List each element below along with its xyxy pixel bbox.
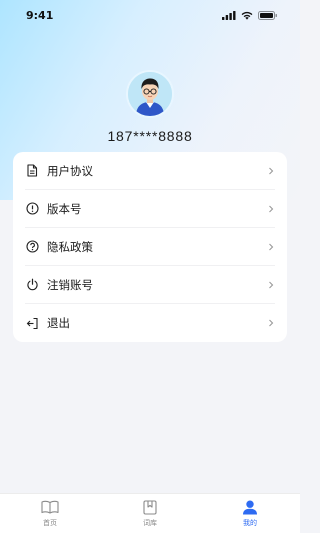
settings-menu-card: 用户协议 版本号 隐私政策 注销账号 退出 — [13, 152, 287, 342]
question-icon — [25, 240, 39, 254]
menu-item-label: 用户协议 — [47, 163, 93, 178]
chevron-right-icon — [269, 281, 274, 288]
logout-icon — [25, 316, 39, 330]
status-time: 9:41 — [26, 8, 54, 22]
status-bar: 9:41 — [0, 0, 300, 30]
menu-item-label: 注销账号 — [47, 277, 93, 292]
document-icon — [25, 164, 39, 178]
tab-mine[interactable]: 我的 — [220, 499, 280, 528]
info-icon — [25, 202, 39, 216]
power-icon — [25, 278, 39, 292]
wifi-icon — [241, 11, 253, 20]
tab-label: 首页 — [43, 519, 57, 527]
avatar-illustration — [128, 72, 172, 116]
menu-item-privacy-policy[interactable]: 隐私政策 — [25, 228, 275, 266]
signal-icon — [222, 10, 236, 20]
chevron-right-icon — [269, 167, 274, 174]
phone-number: 187****8888 — [107, 128, 193, 144]
menu-item-delete-account[interactable]: 注销账号 — [25, 266, 275, 304]
menu-item-label: 隐私政策 — [47, 239, 93, 254]
menu-item-logout[interactable]: 退出 — [25, 304, 275, 342]
tab-label: 我的 — [243, 519, 257, 527]
menu-item-label: 退出 — [47, 316, 70, 330]
tab-label: 词库 — [143, 519, 157, 527]
chevron-right-icon — [269, 243, 274, 250]
status-icons — [222, 10, 278, 20]
menu-item-label: 版本号 — [47, 201, 82, 216]
chevron-right-icon — [269, 205, 274, 212]
chevron-right-icon — [269, 319, 274, 327]
bookmark-book-icon — [143, 499, 157, 515]
bottom-tab-bar: 首页 词库 我的 — [0, 493, 300, 533]
menu-item-version[interactable]: 版本号 — [25, 190, 275, 228]
menu-item-user-agreement[interactable]: 用户协议 — [25, 152, 275, 190]
profile-section: 187****8888 — [0, 70, 300, 144]
tab-vocabulary[interactable]: 词库 — [120, 499, 180, 528]
avatar[interactable] — [126, 70, 174, 118]
user-icon — [242, 499, 258, 515]
tab-home[interactable]: 首页 — [20, 499, 80, 528]
book-open-icon — [41, 499, 59, 515]
battery-icon — [258, 10, 277, 20]
